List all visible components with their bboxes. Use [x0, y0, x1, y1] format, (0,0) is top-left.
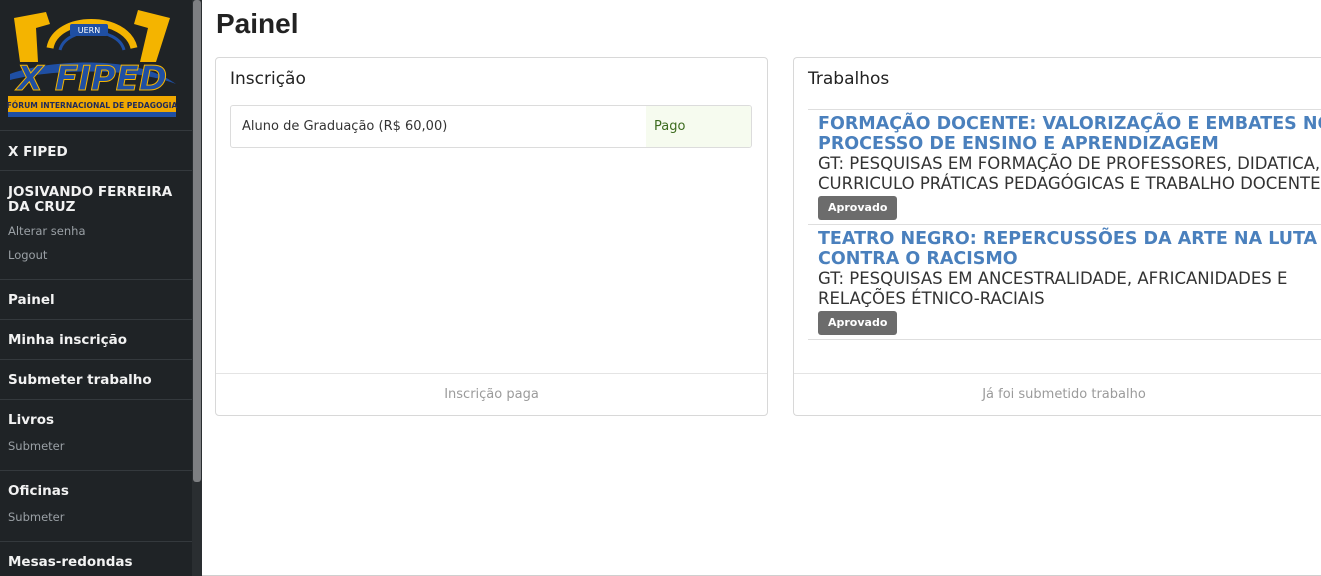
inscricao-panel: Inscrição Aluno de Graduação (R$ 60,00) … [215, 57, 768, 416]
page-title: Painel [216, 8, 299, 39]
user-section: JOSIVANDO FERREIRA DA CRUZ Alterar senha… [0, 171, 192, 280]
nav-mesas-redondas[interactable]: Mesas-redondas [0, 542, 192, 576]
change-password-link[interactable]: Alterar senha [8, 225, 184, 238]
trabalhos-panel: Trabalhos FORMAÇÃO DOCENTE: VALORIZAÇÃO … [793, 57, 1321, 416]
status-badge: Aprovado [818, 196, 898, 220]
work-gt: GT: PESQUISAS EM ANCESTRALIDADE, AFRICAN… [818, 269, 1288, 308]
nav-livros-label[interactable]: Livros [8, 400, 184, 428]
trabalhos-heading: Trabalhos [808, 69, 890, 89]
registration-type: Aluno de Graduação (R$ 60,00) [242, 119, 448, 134]
event-name[interactable]: X FIPED [8, 131, 184, 160]
nav-painel[interactable]: Painel [0, 280, 192, 320]
nav-oficinas-submeter-link[interactable]: Submeter [8, 511, 184, 524]
svg-text:X FIPED: X FIPED [15, 59, 167, 99]
status-badge: Aprovado [818, 311, 898, 335]
svg-text:UERN: UERN [78, 26, 100, 35]
logout-link[interactable]: Logout [8, 249, 184, 262]
payment-status: Pago [646, 106, 751, 147]
list-item: TEATRO NEGRO: REPERCUSSÕES DA ARTE NA LU… [808, 224, 1321, 340]
nav-painel-label: Painel [8, 292, 55, 308]
nav-livros-submeter-link[interactable]: Submeter [8, 440, 184, 453]
event-section: X FIPED [0, 131, 192, 171]
work-list: FORMAÇÃO DOCENTE: VALORIZAÇÃO E EMBATES … [808, 109, 1321, 340]
work-title-link[interactable]: FORMAÇÃO DOCENTE: VALORIZAÇÃO E EMBATES … [818, 114, 1321, 154]
nav-minha-inscricao-label: Minha inscrição [8, 332, 128, 348]
svg-text:FÓRUM INTERNACIONAL DE PEDAGOG: FÓRUM INTERNACIONAL DE PEDAGOGIA [7, 101, 178, 110]
nav-minha-inscricao[interactable]: Minha inscrição [0, 320, 192, 360]
nav-submeter-trabalho-label: Submeter trabalho [8, 372, 152, 388]
sidebar: UERN X FIPED FÓRUM INTERNACIONAL DE PEDA… [0, 0, 192, 576]
registration-row: Aluno de Graduação (R$ 60,00) Pago [230, 105, 752, 148]
sidebar-scrollbar-thumb[interactable] [193, 0, 201, 482]
trabalhos-footer: Já foi submetido trabalho [794, 373, 1321, 415]
inscricao-footer: Inscrição paga [216, 373, 767, 415]
nav-oficinas-label[interactable]: Oficinas [8, 471, 184, 499]
nav-mesas-redondas-label: Mesas-redondas [8, 554, 133, 570]
nav-livros: Livros Submeter [0, 400, 192, 471]
nav-oficinas: Oficinas Submeter [0, 471, 192, 542]
event-logo[interactable]: UERN X FIPED FÓRUM INTERNACIONAL DE PEDA… [0, 0, 192, 131]
inscricao-heading: Inscrição [230, 69, 306, 89]
fiped-logo-icon: UERN X FIPED FÓRUM INTERNACIONAL DE PEDA… [7, 10, 178, 117]
list-item: FORMAÇÃO DOCENTE: VALORIZAÇÃO E EMBATES … [808, 109, 1321, 224]
main-content: Painel Inscrição Aluno de Graduação (R$ … [202, 0, 1321, 576]
work-gt: GT: PESQUISAS EM FORMAÇÃO DE PROFESSORES… [818, 154, 1321, 193]
user-name: JOSIVANDO FERREIRA DA CRUZ [8, 184, 173, 215]
nav-submeter-trabalho[interactable]: Submeter trabalho [0, 360, 192, 400]
work-title-link[interactable]: TEATRO NEGRO: REPERCUSSÕES DA ARTE NA LU… [818, 229, 1321, 269]
